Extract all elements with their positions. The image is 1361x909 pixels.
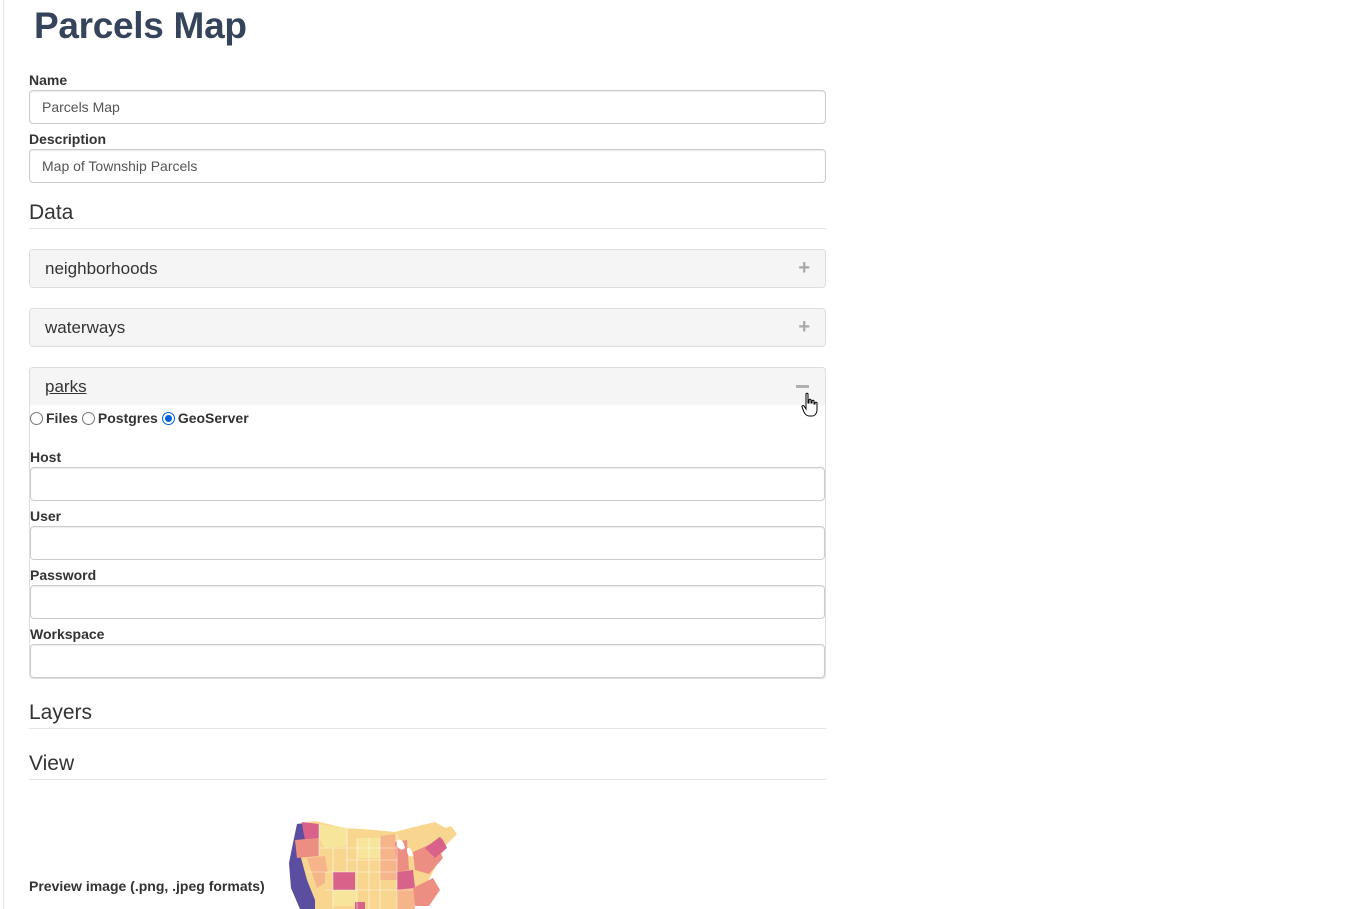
preview-map-image[interactable] — [285, 818, 460, 909]
postgres-radio-label[interactable]: Postgres — [98, 410, 158, 426]
plus-icon[interactable]: + — [798, 250, 810, 287]
user-label: User — [30, 508, 62, 524]
data-section-heading: Data — [29, 199, 826, 229]
workspace-label: Workspace — [30, 626, 105, 642]
files-radio-label[interactable]: Files — [46, 410, 78, 426]
data-panel-neighborhoods: neighborhoods + — [29, 249, 826, 288]
page: Parcels Map Name Description Data neighb… — [0, 0, 1361, 909]
data-panel-parks: parks Files Postgres GeoServer Host User… — [29, 367, 826, 679]
panel-body-parks: Files Postgres GeoServer Host User Passw… — [30, 406, 825, 678]
panel-title-neighborhoods[interactable]: neighborhoods — [45, 259, 157, 278]
name-input[interactable] — [29, 90, 826, 124]
name-label: Name — [29, 72, 68, 88]
description-label: Description — [29, 131, 107, 147]
panel-heading-waterways[interactable]: waterways + — [30, 309, 825, 346]
source-type-radio-group: Files Postgres GeoServer — [30, 406, 825, 430]
files-radio[interactable] — [30, 411, 43, 425]
panel-title-parks[interactable]: parks — [45, 377, 87, 396]
user-input[interactable] — [30, 526, 825, 560]
minus-icon[interactable] — [796, 385, 809, 388]
layers-section-heading: Layers — [29, 699, 826, 729]
hand-cursor-icon — [801, 392, 818, 417]
view-section-heading: View — [29, 750, 826, 780]
host-input[interactable] — [30, 467, 825, 501]
geoserver-radio-label[interactable]: GeoServer — [178, 410, 249, 426]
map-form: Name Description Data neighborhoods + wa… — [29, 70, 826, 780]
left-divider — [3, 0, 4, 909]
plus-icon[interactable]: + — [798, 309, 810, 346]
workspace-input[interactable] — [30, 644, 825, 678]
host-label: Host — [30, 449, 62, 465]
password-label: Password — [30, 567, 97, 583]
data-panel-waterways: waterways + — [29, 308, 826, 347]
page-title: Parcels Map — [34, 5, 247, 46]
description-input[interactable] — [29, 149, 826, 183]
postgres-radio[interactable] — [81, 411, 95, 425]
panel-title-waterways[interactable]: waterways — [45, 318, 125, 337]
panel-heading-parks[interactable]: parks — [30, 368, 825, 405]
preview-image-label: Preview image (.png, .jpeg formats) — [29, 878, 265, 894]
panel-heading-neighborhoods[interactable]: neighborhoods + — [30, 250, 825, 287]
geoserver-radio[interactable] — [161, 411, 175, 425]
password-input[interactable] — [30, 585, 825, 619]
